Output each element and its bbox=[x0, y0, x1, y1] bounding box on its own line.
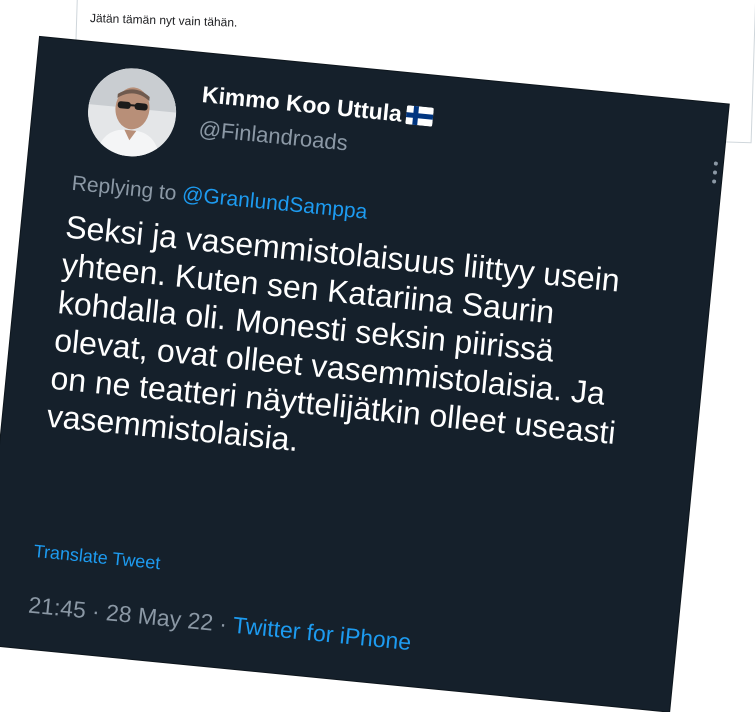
finland-flag-icon bbox=[404, 103, 434, 133]
tweet-text: Seksi ja vasemmistolaisuus liittyy usein… bbox=[45, 208, 622, 459]
tweet-meta: 21:45 · 28 May 22 · Twitter for iPhone bbox=[27, 592, 412, 656]
reply-mention-link[interactable]: @GranlundSamppa bbox=[181, 183, 368, 224]
translate-tweet-link[interactable]: Translate Tweet bbox=[33, 541, 161, 574]
meta-separator: · bbox=[218, 610, 229, 637]
tweet-time[interactable]: 21:45 bbox=[27, 592, 87, 623]
replying-prefix: Replying to bbox=[70, 171, 178, 206]
tweet-date[interactable]: 28 May 22 bbox=[105, 599, 214, 635]
avatar[interactable] bbox=[84, 64, 181, 161]
avatar-photo bbox=[84, 64, 181, 161]
tweet-source-link[interactable]: Twitter for iPhone bbox=[232, 612, 413, 655]
meta-separator: · bbox=[90, 597, 102, 625]
more-vertical-icon[interactable] bbox=[709, 161, 721, 188]
tweet-screenshot: Kimmo Koo Uttula @Finlandroads Replying … bbox=[0, 37, 729, 712]
